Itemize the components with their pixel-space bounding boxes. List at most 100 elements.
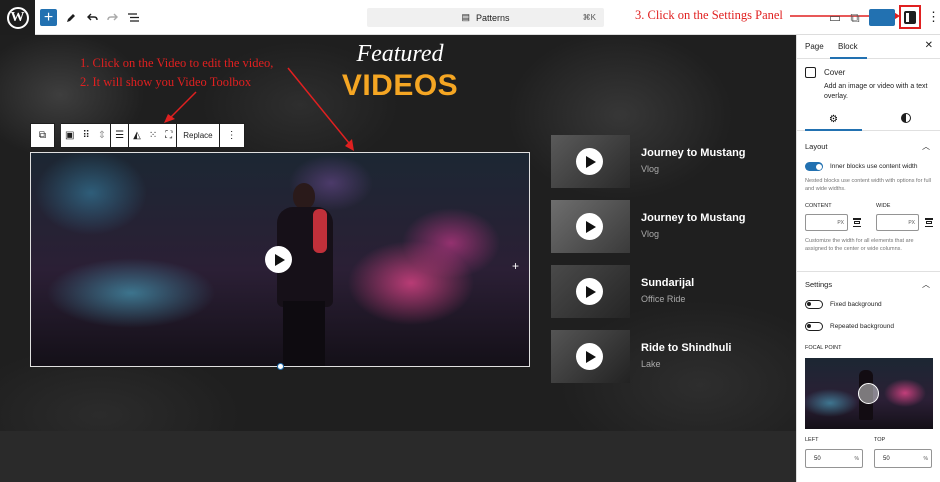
block-title: Cover bbox=[824, 68, 846, 77]
wide-width-label: WIDE bbox=[876, 203, 891, 209]
sidebar-tabs: Page Block ✕ bbox=[797, 35, 940, 59]
options-menu-icon[interactable]: ⋮ bbox=[927, 9, 940, 25]
justify-content-icon[interactable] bbox=[853, 218, 861, 227]
styles-icon[interactable] bbox=[901, 113, 911, 123]
video-subtitle: Vlog bbox=[641, 164, 660, 174]
percent-unit: % bbox=[854, 455, 859, 462]
customize-width-note: Customize the width for all elements tha… bbox=[805, 238, 914, 252]
play-button-icon[interactable] bbox=[576, 278, 603, 305]
fixed-background-toggle[interactable] bbox=[805, 300, 823, 309]
align-tools-group: ☰ bbox=[111, 123, 130, 148]
video-title[interactable]: Ride to Shindhuli bbox=[641, 342, 731, 354]
align-icon[interactable]: ☰ bbox=[115, 130, 124, 141]
annotation-arrow-video-icon bbox=[287, 67, 354, 151]
percent-unit: % bbox=[923, 455, 928, 462]
undo-icon[interactable] bbox=[85, 9, 99, 26]
video-block-toolbar: ⧉ ▣ ⠿ ⇕ ☰ ◭ ⁙ ⛶ Replace ⋮ bbox=[30, 123, 245, 148]
play-button-icon[interactable] bbox=[265, 246, 292, 273]
cover-block-icon bbox=[805, 67, 816, 78]
block-mover-group: ▣ ⠿ ⇕ bbox=[61, 123, 112, 148]
list-item[interactable]: Journey to Mustang Vlog bbox=[551, 200, 791, 253]
video-title[interactable]: Journey to Mustang bbox=[641, 147, 746, 159]
tab-block[interactable]: Block bbox=[830, 42, 866, 59]
annotation-click-video: 1. Click on the Video to edit the video, bbox=[80, 56, 274, 70]
replace-button[interactable]: Replace bbox=[177, 123, 220, 148]
fixed-background-label: Fixed background bbox=[830, 301, 882, 308]
drag-handle-icon[interactable]: ⠿ bbox=[82, 130, 89, 141]
video-title[interactable]: Journey to Mustang bbox=[641, 212, 746, 224]
editor-canvas[interactable]: Featured VIDEOS 1. Click on the Video to… bbox=[0, 35, 796, 482]
inner-blocks-toggle[interactable] bbox=[805, 162, 823, 171]
tools-pencil-icon[interactable] bbox=[64, 9, 78, 26]
top-value: 50 bbox=[883, 455, 890, 462]
next-section-band bbox=[0, 431, 796, 482]
annotation-settings-panel: 3. Click on the Settings Panel bbox=[635, 8, 783, 22]
media-tools-group: ◭ ⁙ ⛶ bbox=[129, 123, 178, 148]
tab-page[interactable]: Page bbox=[805, 42, 824, 51]
video-subtitle: Lake bbox=[641, 359, 661, 369]
fullscreen-height-icon[interactable]: ⛶ bbox=[165, 130, 172, 141]
nested-blocks-note: Nested blocks use content width with opt… bbox=[805, 178, 931, 192]
redo-icon[interactable] bbox=[105, 9, 119, 26]
settings-sidebar: Page Block ✕ Cover Add an image or video… bbox=[796, 35, 940, 482]
left-value: 50 bbox=[814, 455, 821, 462]
annotation-video-toolbox: 2. It will show you Video Toolbox bbox=[80, 75, 252, 89]
settings-gear-icon[interactable]: ⚙ bbox=[805, 114, 862, 131]
content-width-input[interactable]: PX bbox=[805, 214, 848, 231]
play-button-icon[interactable] bbox=[576, 213, 603, 240]
move-up-down-icon[interactable]: ⇕ bbox=[98, 130, 106, 141]
focal-top-input[interactable]: 50 % bbox=[874, 449, 932, 468]
video-subtitle: Vlog bbox=[641, 229, 660, 239]
video-title[interactable]: Sundarijal bbox=[641, 277, 694, 289]
wide-width-input[interactable]: PX bbox=[876, 214, 919, 231]
patterns-label: Patterns bbox=[475, 12, 510, 23]
add-block-button[interactable]: + bbox=[40, 9, 57, 26]
wordpress-icon: W bbox=[6, 6, 29, 29]
justify-wide-icon[interactable] bbox=[925, 218, 933, 227]
layout-panel-title[interactable]: Layout bbox=[805, 142, 828, 151]
play-button-icon[interactable] bbox=[576, 343, 603, 370]
list-item[interactable]: Ride to Shindhuli Lake bbox=[551, 330, 791, 383]
wordpress-logo-button[interactable]: W bbox=[0, 0, 35, 35]
cover-block-icon[interactable]: ▣ bbox=[65, 130, 74, 141]
add-inner-block-icon[interactable]: + bbox=[512, 259, 519, 273]
focal-point-picker[interactable] bbox=[805, 358, 933, 429]
overlay-color-icon[interactable]: ◭ bbox=[133, 130, 141, 141]
settings-panel-toggle[interactable] bbox=[899, 5, 921, 29]
resize-handle[interactable] bbox=[277, 363, 284, 370]
play-button-icon[interactable] bbox=[576, 148, 603, 175]
block-description: Add an image or video with a text overla… bbox=[824, 83, 928, 100]
focal-point-handle[interactable] bbox=[858, 383, 879, 404]
block-options-icon[interactable]: ⋮ bbox=[219, 123, 245, 148]
list-item[interactable]: Sundarijal Office Ride bbox=[551, 265, 791, 318]
chevron-up-icon[interactable]: ︿ bbox=[922, 279, 930, 290]
editor-top-bar: W + ▤ Patterns ⌘K 3. Click on the Settin… bbox=[0, 0, 940, 35]
top-label: TOP bbox=[874, 437, 886, 443]
list-item[interactable]: Journey to Mustang Vlog bbox=[551, 135, 791, 188]
chevron-up-icon[interactable]: ︿ bbox=[922, 141, 930, 152]
content-position-icon[interactable]: ⁙ bbox=[149, 130, 157, 141]
left-label: LEFT bbox=[805, 437, 819, 443]
unit-label: PX bbox=[837, 219, 844, 226]
repeated-background-label: Repeated background bbox=[830, 323, 894, 330]
repeated-background-toggle[interactable] bbox=[805, 322, 823, 331]
command-palette-bar[interactable]: ▤ Patterns ⌘K bbox=[367, 8, 604, 27]
content-width-label: CONTENT bbox=[805, 203, 832, 209]
video-poster-singer bbox=[263, 183, 343, 366]
video-subtitle: Office Ride bbox=[641, 294, 686, 304]
divider bbox=[797, 271, 940, 272]
view-icon[interactable]: ▭ bbox=[829, 9, 841, 26]
focal-point-label: FOCAL POINT bbox=[805, 345, 842, 351]
featured-heading[interactable]: Featured bbox=[350, 41, 450, 68]
document-overview-icon[interactable] bbox=[126, 9, 140, 26]
annotation-arrow-toolbar-icon bbox=[164, 91, 197, 123]
focal-left-input[interactable]: 50 % bbox=[805, 449, 863, 468]
shortcut-hint: ⌘K bbox=[582, 13, 596, 22]
save-button[interactable] bbox=[869, 9, 895, 26]
selected-video-block[interactable]: + bbox=[30, 152, 530, 367]
close-icon[interactable]: ✕ bbox=[925, 40, 933, 51]
transform-block-button[interactable]: ⧉ bbox=[30, 123, 55, 148]
external-link-icon[interactable]: ⧉ bbox=[850, 9, 860, 26]
inner-blocks-label: Inner blocks use content width bbox=[830, 163, 918, 170]
settings-panel-title[interactable]: Settings bbox=[805, 280, 832, 289]
